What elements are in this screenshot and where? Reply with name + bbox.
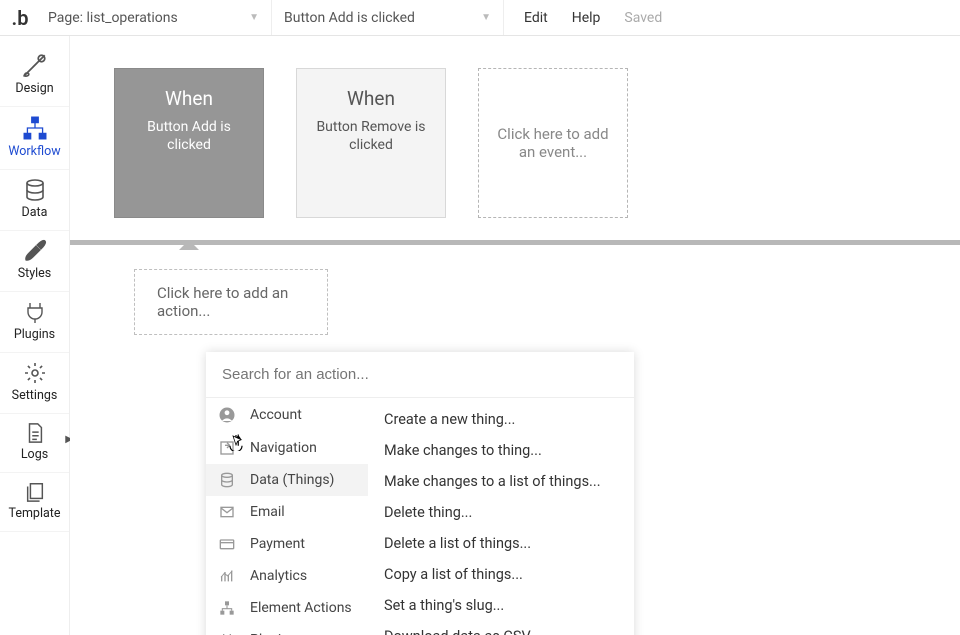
add-event-card[interactable]: Click here to add an event...: [478, 68, 628, 218]
payment-icon: [218, 536, 236, 552]
sidebar-item-data[interactable]: Data: [0, 170, 69, 231]
action-picker-popup: Account Navigation Data (Things) Em: [206, 352, 634, 635]
navigation-icon: [218, 440, 236, 456]
analytics-icon: [218, 568, 236, 584]
sidebar-item-template[interactable]: Template: [0, 473, 69, 532]
event-desc: Button Remove is clicked: [297, 118, 445, 154]
action-set-slug[interactable]: Set a thing's slug...: [368, 590, 634, 621]
add-action-label: Click here to add an action...: [157, 284, 288, 320]
page-selector-label: Page: list_operations: [48, 10, 178, 26]
category-email[interactable]: Email: [206, 496, 368, 528]
action-create-thing[interactable]: Create a new thing...: [368, 404, 634, 435]
sidebar-item-settings[interactable]: Settings: [0, 353, 69, 414]
sidebar-item-label: Data: [22, 205, 48, 220]
actions-area: Click here to add an action...: [70, 245, 960, 335]
category-label: Account: [250, 407, 302, 423]
action-make-changes-thing[interactable]: Make changes to thing...: [368, 435, 634, 466]
document-icon: [24, 422, 46, 444]
design-icon: [22, 52, 48, 78]
event-selector-label: Button Add is clicked: [284, 10, 415, 26]
action-copy-list[interactable]: Copy a list of things...: [368, 559, 634, 590]
category-element-actions[interactable]: Element Actions: [206, 592, 368, 624]
sidebar-item-label: Logs: [21, 447, 48, 462]
event-card-active[interactable]: When Button Add is clicked: [114, 68, 264, 218]
sidebar-item-label: Plugins: [14, 327, 55, 342]
action-search-input[interactable]: [206, 352, 634, 397]
sidebar-item-plugins[interactable]: Plugins: [0, 292, 69, 353]
top-menus: Edit Help Saved: [504, 10, 662, 26]
save-status: Saved: [624, 10, 662, 26]
event-when-label: When: [165, 87, 213, 110]
menu-edit[interactable]: Edit: [524, 10, 548, 26]
sidebar-item-label: Design: [15, 81, 53, 96]
database-icon: [23, 178, 47, 202]
sidebar-item-label: Workflow: [8, 144, 60, 159]
event-desc: Button Add is clicked: [115, 118, 263, 154]
category-plugins[interactable]: Plugins: [206, 624, 368, 635]
category-payment[interactable]: Payment: [206, 528, 368, 560]
brush-icon: [23, 239, 47, 263]
add-event-label: Click here to add an event...: [497, 125, 609, 161]
action-delete-thing[interactable]: Delete thing...: [368, 497, 634, 528]
email-icon: [218, 504, 236, 520]
stack-icon: [24, 481, 46, 503]
category-data-things[interactable]: Data (Things): [206, 464, 368, 496]
event-when-label: When: [347, 87, 395, 110]
element-icon: [218, 600, 236, 616]
action-list-column: Create a new thing... Make changes to th…: [368, 398, 634, 635]
category-label: Email: [250, 504, 285, 520]
sidebar-item-workflow[interactable]: Workflow: [0, 107, 69, 170]
category-label: Analytics: [250, 568, 307, 584]
plug-icon: [23, 300, 47, 324]
action-delete-list[interactable]: Delete a list of things...: [368, 528, 634, 559]
action-download-csv[interactable]: Download data as CSV: [368, 621, 634, 635]
chevron-down-icon: ▼: [481, 12, 491, 23]
account-icon: [218, 406, 236, 424]
sidebar-item-logs[interactable]: Logs: [0, 414, 69, 473]
category-label: Element Actions: [250, 600, 352, 616]
workflow-canvas: When Button Add is clicked When Button R…: [70, 36, 960, 635]
topbar: .b Page: list_operations ▼ Button Add is…: [0, 0, 960, 36]
category-label: Navigation: [250, 440, 317, 456]
sidebar-item-label: Settings: [12, 388, 58, 403]
category-analytics[interactable]: Analytics: [206, 560, 368, 592]
menu-help[interactable]: Help: [572, 10, 601, 26]
sidebar-item-styles[interactable]: Styles: [0, 231, 69, 292]
action-make-changes-list[interactable]: Make changes to a list of things...: [368, 466, 634, 497]
chevron-down-icon: ▼: [249, 12, 259, 23]
action-category-column: Account Navigation Data (Things) Em: [206, 398, 368, 635]
category-account[interactable]: Account: [206, 398, 368, 432]
add-action-button[interactable]: Click here to add an action...: [134, 269, 328, 335]
page-selector[interactable]: Page: list_operations ▼: [40, 0, 272, 35]
workflow-icon: [22, 115, 48, 141]
sidebar-item-design[interactable]: Design: [0, 44, 69, 107]
sidebar: Design Workflow Data Styles Plugins Sett…: [0, 36, 70, 635]
category-navigation[interactable]: Navigation: [206, 432, 368, 464]
gear-icon: [23, 361, 47, 385]
sidebar-item-label: Styles: [18, 266, 52, 281]
sidebar-item-label: Template: [8, 506, 60, 521]
database-icon: [218, 472, 236, 488]
logo[interactable]: .b: [0, 6, 40, 30]
category-label: Payment: [250, 536, 305, 552]
events-row: When Button Add is clicked When Button R…: [70, 36, 960, 245]
event-card[interactable]: When Button Remove is clicked: [296, 68, 446, 218]
event-selector[interactable]: Button Add is clicked ▼: [272, 0, 504, 35]
category-label: Data (Things): [250, 472, 334, 488]
